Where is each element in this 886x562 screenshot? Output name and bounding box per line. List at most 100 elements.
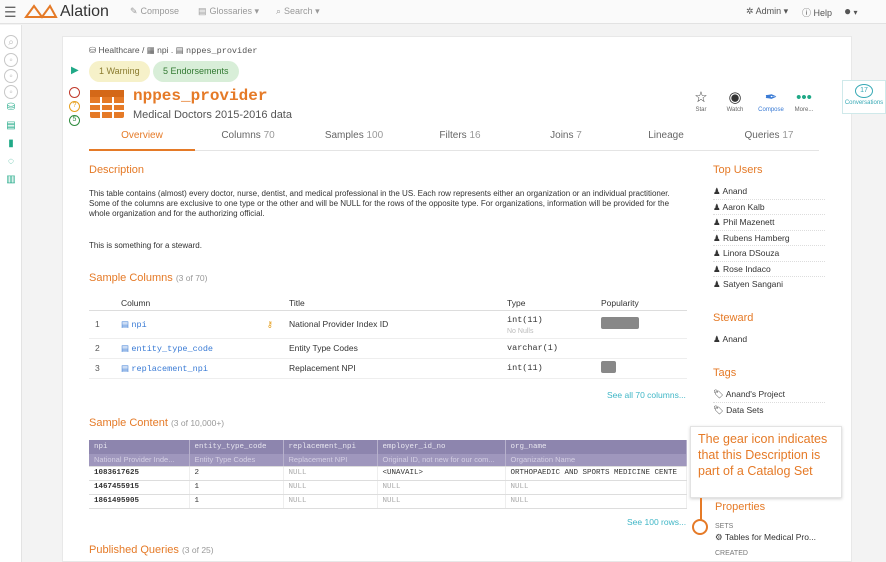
search-icon[interactable]: ⌕ bbox=[4, 35, 18, 49]
content-cell: 1 bbox=[189, 480, 284, 495]
table-row: 1 ▤ npi ⚷ National Provider Index ID int(… bbox=[89, 310, 687, 339]
more-icon: ••• bbox=[796, 89, 812, 106]
content-header[interactable]: org_name bbox=[505, 440, 687, 454]
content-subheader: Original ID, not new for our com... bbox=[377, 454, 506, 467]
content-subheader: Entity Type Codes bbox=[189, 454, 284, 467]
database-icon[interactable]: ⛁ bbox=[4, 101, 18, 115]
top-user-item[interactable]: ♟ Anand bbox=[713, 184, 825, 200]
search-nav[interactable]: ⌕ Search ▾ bbox=[276, 6, 320, 17]
endorsement-indicator[interactable]: 5 bbox=[69, 115, 80, 126]
see-rows-link[interactable]: See 100 rows... bbox=[627, 517, 686, 527]
tab-samples[interactable]: Samples 100 bbox=[301, 129, 407, 151]
compose-nav[interactable]: ✎ Compose bbox=[130, 6, 179, 17]
eye-icon[interactable]: ◦ bbox=[4, 69, 18, 83]
column-link[interactable]: entity_type_code bbox=[131, 344, 213, 354]
book-icon: ▤ bbox=[198, 6, 207, 16]
top-nav-bar: ☰ Alation ✎ Compose ▤ Glossaries ▾ ⌕ Search… bbox=[0, 0, 886, 24]
column-cell[interactable]: ▤ npi ⚷ bbox=[115, 310, 283, 339]
watch-button[interactable]: ◉ Watch bbox=[715, 89, 755, 113]
top-user-item[interactable]: ♟ Rubens Hamberg bbox=[713, 231, 825, 246]
admin-menu[interactable]: ✲ Admin ▾ bbox=[746, 6, 788, 17]
breadcrumb-database[interactable]: Healthcare bbox=[99, 45, 140, 55]
column-header[interactable]: Column bbox=[115, 296, 283, 311]
deprecation-indicator-icon[interactable] bbox=[69, 87, 80, 98]
title-cell[interactable]: National Provider Index ID bbox=[283, 310, 501, 339]
wrench-icon: ✲ bbox=[746, 6, 754, 16]
tag-item[interactable]: 🏷 Anand's Project bbox=[713, 387, 825, 403]
null-note: No Nulls bbox=[507, 327, 534, 335]
table-row: 1467455915 1 NULL NULL NULL bbox=[89, 480, 687, 495]
column-cell[interactable]: ▤ entity_type_code bbox=[115, 338, 283, 359]
column-link[interactable]: npi bbox=[131, 320, 146, 330]
tab-lineage[interactable]: Lineage bbox=[619, 129, 713, 151]
glossaries-nav[interactable]: ▤ Glossaries ▾ bbox=[198, 6, 259, 17]
help-link[interactable]: ⓘ Help bbox=[802, 6, 832, 19]
row-number: 3 bbox=[89, 358, 115, 379]
top-user-item[interactable]: ♟ Aaron Kalb bbox=[713, 200, 825, 215]
tag-item[interactable]: 🏷 Data Sets bbox=[713, 403, 825, 419]
eye-icon: ◉ bbox=[728, 89, 742, 106]
steward-section: Steward ♟ Anand bbox=[713, 312, 825, 348]
description-heading: Description bbox=[89, 164, 145, 176]
column-cell[interactable]: ▤ replacement_npi bbox=[115, 358, 283, 379]
table-row: 1083617625 2 NULL <UNAVAIL> ORTHOPAEDIC … bbox=[89, 466, 687, 481]
catalog-set-item[interactable]: ⚙ Tables for Medical Pro... bbox=[715, 532, 827, 543]
see-all-columns-link[interactable]: See all 70 columns... bbox=[607, 390, 686, 400]
tab-filters[interactable]: Filters 16 bbox=[407, 129, 513, 151]
expand-arrow-icon[interactable]: ▶ bbox=[71, 65, 79, 76]
chat-icon[interactable]: ◌ bbox=[4, 155, 18, 169]
content-cell: <UNAVAIL> bbox=[377, 466, 506, 481]
top-user-item[interactable]: ♟ Linora DSouza bbox=[713, 246, 825, 262]
title-cell[interactable]: Replacement NPI bbox=[283, 358, 501, 379]
top-user-item[interactable]: ♟ Satyen Sangani bbox=[713, 277, 825, 293]
tab-queries[interactable]: Queries 17 bbox=[719, 129, 819, 151]
breadcrumb-schema[interactable]: npi bbox=[157, 45, 168, 55]
title-cell[interactable]: Entity Type Codes bbox=[283, 338, 501, 359]
description-text[interactable]: This table contains (almost) every docto… bbox=[89, 189, 689, 219]
tab-columns[interactable]: Columns 70 bbox=[195, 129, 301, 151]
tab-joins[interactable]: Joins 7 bbox=[513, 129, 619, 151]
more-button[interactable]: ••• More... bbox=[784, 89, 824, 113]
alation-logo-icon[interactable] bbox=[24, 3, 58, 19]
file-icon[interactable]: ▮ bbox=[4, 137, 18, 151]
tag-icon: 🏷 bbox=[713, 389, 724, 399]
user-avatar[interactable]: ● ▾ bbox=[844, 4, 858, 18]
popularity-header[interactable]: Popularity bbox=[595, 296, 687, 311]
content-header[interactable]: entity_type_code bbox=[189, 440, 284, 454]
hamburger-menu-icon[interactable]: ☰ bbox=[4, 4, 17, 21]
type-header[interactable]: Type bbox=[501, 296, 595, 311]
column-link[interactable]: replacement_npi bbox=[131, 364, 208, 374]
row-number: 2 bbox=[89, 338, 115, 359]
pen-icon: ✎ bbox=[130, 6, 138, 16]
popularity-bar bbox=[601, 361, 616, 373]
table-icon[interactable]: ▤ bbox=[4, 119, 18, 133]
top-user-item[interactable]: ♟ Rose Indaco bbox=[713, 262, 825, 277]
content-cell: 2 bbox=[189, 466, 284, 481]
search-icon: ⌕ bbox=[276, 6, 282, 16]
user-icon: ♟ bbox=[713, 334, 721, 344]
chart-icon[interactable]: ▥ bbox=[4, 173, 18, 187]
content-cell: 1083617625 bbox=[89, 466, 190, 481]
content-header[interactable]: replacement_npi bbox=[283, 440, 378, 454]
steward-heading: Steward bbox=[713, 312, 754, 324]
table-icon: ▤ bbox=[175, 45, 184, 55]
content-cell: NULL bbox=[377, 494, 506, 509]
user-icon: ♟ bbox=[713, 232, 721, 243]
brand-name[interactable]: Alation bbox=[60, 3, 109, 21]
settings-icon[interactable]: ◦ bbox=[4, 85, 18, 99]
content-header[interactable]: npi bbox=[89, 440, 190, 454]
warning-badge[interactable]: 1 Warning bbox=[89, 61, 150, 82]
user-icon: ♟ bbox=[713, 248, 721, 258]
type-cell: int(11) No Nulls bbox=[501, 310, 595, 339]
bookmark-icon[interactable]: ◦ bbox=[4, 53, 18, 67]
warning-indicator-icon[interactable]: ? bbox=[69, 101, 80, 112]
top-user-item[interactable]: ♟ Phil Mazenett bbox=[713, 215, 825, 231]
content-subheader: National Provider Inde... bbox=[89, 454, 190, 467]
title-header[interactable]: Title bbox=[283, 296, 501, 311]
content-header[interactable]: employer_id_no bbox=[377, 440, 506, 454]
endorsements-badge[interactable]: 5 Endorsements bbox=[153, 61, 239, 82]
steward-item[interactable]: ♟ Anand bbox=[713, 332, 825, 348]
conversations-button[interactable]: 17 Conversations bbox=[842, 80, 886, 114]
user-icon: ♟ bbox=[713, 186, 721, 196]
tab-overview[interactable]: Overview bbox=[89, 129, 195, 151]
